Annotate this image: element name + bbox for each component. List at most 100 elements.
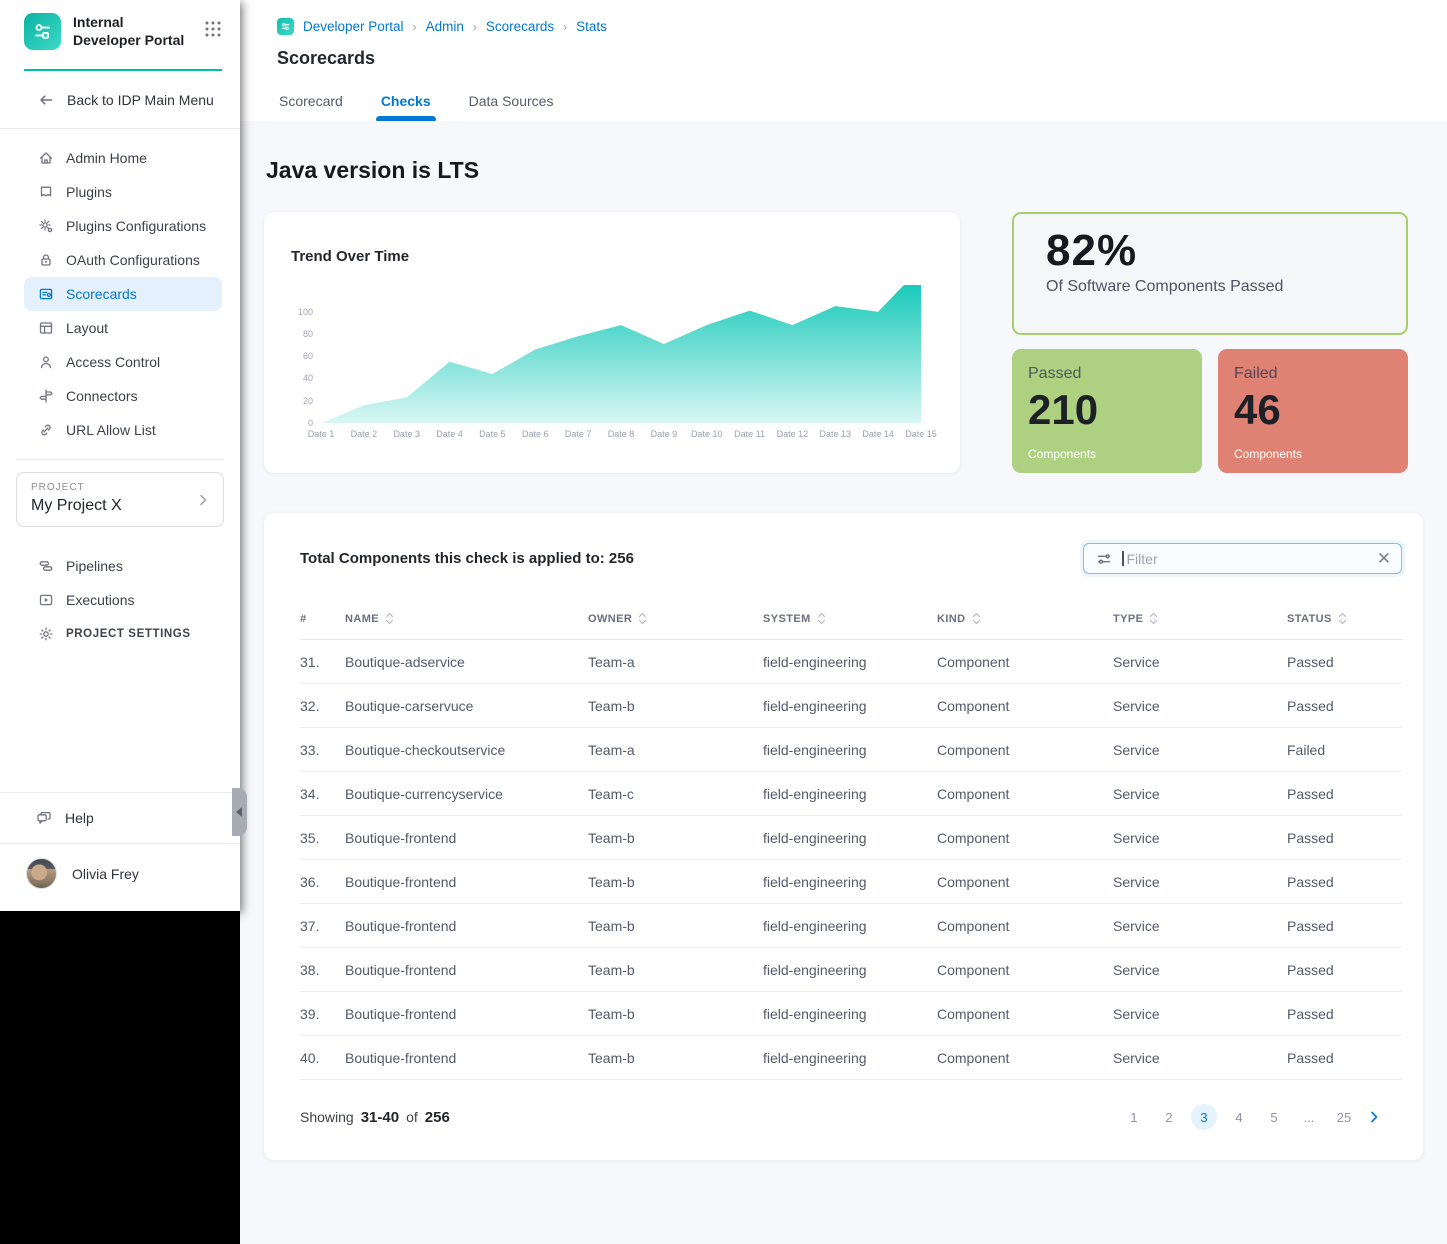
column-header-kind: KIND [937, 612, 1113, 625]
tab-data-sources[interactable]: Data Sources [469, 93, 554, 121]
sidebar-item-layout[interactable]: Layout [24, 311, 222, 345]
cell-status: Failed [1287, 742, 1402, 758]
pagination: 12345... 25 [1121, 1104, 1382, 1130]
cell-kind: Component [937, 962, 1113, 978]
cell-type: Service [1113, 742, 1287, 758]
page-button-4[interactable]: 4 [1226, 1104, 1252, 1130]
tab-scorecard[interactable]: Scorecard [279, 93, 343, 121]
table-row[interactable]: 31.Boutique-adserviceTeam-afield-enginee… [300, 640, 1402, 684]
sidebar-item-plugins-configurations[interactable]: Plugins Configurations [24, 209, 222, 243]
app-grid-icon[interactable] [204, 20, 222, 43]
tab-checks[interactable]: Checks [381, 93, 431, 121]
cell-system: field-engineering [763, 830, 937, 846]
cell-status: Passed [1287, 654, 1402, 670]
avatar [26, 858, 57, 889]
chart-title: Trend Over Time [291, 248, 932, 265]
table-row[interactable]: 33.Boutique-checkoutserviceTeam-afield-e… [300, 728, 1402, 772]
sidebar-item-admin-home[interactable]: Admin Home [24, 141, 222, 175]
sidebar-item-project-settings[interactable]: PROJECT SETTINGS [24, 617, 222, 651]
sidebar-collapse-handle[interactable] [232, 788, 247, 836]
x-tick-label: Date 15 [899, 429, 943, 439]
sidebar-item-pipelines[interactable]: Pipelines [24, 549, 222, 583]
page-button-1[interactable]: 1 [1121, 1104, 1147, 1130]
page-button-5[interactable]: 5 [1261, 1104, 1287, 1130]
passed-label: Passed [1028, 365, 1186, 383]
table-row[interactable]: 39.Boutique-frontendTeam-bfield-engineer… [300, 992, 1402, 1036]
column-header-system: SYSTEM [763, 612, 937, 625]
sort-icon[interactable] [1149, 612, 1158, 625]
components-table-card: Total Components this check is applied t… [264, 513, 1423, 1160]
access-control-icon [38, 354, 54, 370]
x-axis-labels: Date 1Date 2Date 3Date 4Date 5Date 6Date… [321, 429, 921, 443]
arrow-left-icon [38, 92, 54, 108]
help-button[interactable]: Help [0, 792, 240, 843]
x-tick-label: Date 13 [813, 429, 857, 439]
cell-system: field-engineering [763, 874, 937, 890]
sort-icon[interactable] [385, 612, 394, 625]
home-icon [38, 150, 54, 166]
settings-gear-icon [38, 626, 54, 642]
table-header-row: #NAMEOWNERSYSTEMKINDTYPESTATUS [300, 612, 1402, 640]
y-tick-label: 20 [303, 396, 313, 406]
sidebar-item-label: Access Control [66, 354, 160, 370]
pipelines-icon [38, 558, 54, 574]
app-root: Developer Portal›Admin›Scorecards›Stats … [0, 0, 1447, 1244]
table-row[interactable]: 38.Boutique-frontendTeam-bfield-engineer… [300, 948, 1402, 992]
breadcrumb-link-developer-portal[interactable]: Developer Portal [303, 19, 404, 34]
sidebar-item-oauth-configurations[interactable]: OAuth Configurations [24, 243, 222, 277]
cell-type: Service [1113, 698, 1287, 714]
cell-name: Boutique-frontend [345, 830, 588, 846]
cell-system: field-engineering [763, 962, 937, 978]
table-title: Total Components this check is applied t… [300, 550, 634, 567]
breadcrumb-link-scorecards[interactable]: Scorecards [486, 19, 554, 34]
cell-status: Passed [1287, 830, 1402, 846]
cell-kind: Component [937, 1050, 1113, 1066]
sidebar-item-plugins[interactable]: Plugins [24, 175, 222, 209]
sort-icon[interactable] [972, 612, 981, 625]
breadcrumb-link-stats[interactable]: Stats [576, 19, 607, 34]
row-number: 36. [300, 874, 345, 890]
sort-icon[interactable] [1338, 612, 1347, 625]
cell-kind: Component [937, 786, 1113, 802]
filter-input[interactable] [1127, 551, 1367, 567]
sidebar-item-access-control[interactable]: Access Control [24, 345, 222, 379]
pagination-ellipsis: ... [1296, 1104, 1322, 1130]
sidebar-item-connectors[interactable]: Connectors [24, 379, 222, 413]
trend-chart-card: Trend Over Time 100806040200 Date 1Date … [264, 212, 960, 473]
clear-filter-icon[interactable]: ✕ [1377, 550, 1391, 567]
cell-name: Boutique-frontend [345, 918, 588, 934]
breadcrumb-link-admin[interactable]: Admin [426, 19, 464, 34]
cell-owner: Team-b [588, 918, 763, 934]
sort-icon[interactable] [817, 612, 826, 625]
table-row[interactable]: 37.Boutique-frontendTeam-bfield-engineer… [300, 904, 1402, 948]
table-row[interactable]: 35.Boutique-frontendTeam-bfield-engineer… [300, 816, 1402, 860]
user-menu[interactable]: Olivia Frey [0, 843, 240, 911]
cell-name: Boutique-carservuce [345, 698, 588, 714]
table-row[interactable]: 34.Boutique-currencyserviceTeam-cfield-e… [300, 772, 1402, 816]
sort-icon[interactable] [638, 612, 647, 625]
percent-passed-card: 82% Of Software Components Passed [1012, 212, 1408, 335]
project-selector[interactable]: PROJECT My Project X [16, 472, 224, 527]
page-button-2[interactable]: 2 [1156, 1104, 1182, 1130]
table-row[interactable]: 40.Boutique-frontendTeam-bfield-engineer… [300, 1036, 1402, 1080]
table-row[interactable]: 36.Boutique-frontendTeam-bfield-engineer… [300, 860, 1402, 904]
cell-status: Passed [1287, 918, 1402, 934]
column-header-status: STATUS [1287, 612, 1402, 625]
filter-box[interactable]: ✕ [1083, 543, 1402, 574]
row-number: 34. [300, 786, 345, 802]
page-button-25[interactable]: 25 [1331, 1104, 1357, 1130]
x-tick-label: Date 6 [513, 429, 557, 439]
plugins-config-icon [38, 218, 54, 234]
sidebar-item-executions[interactable]: Executions [24, 583, 222, 617]
page-button-3[interactable]: 3 [1191, 1104, 1217, 1130]
table-row[interactable]: 32.Boutique-carservuceTeam-bfield-engine… [300, 684, 1402, 728]
back-label: Back to IDP Main Menu [67, 92, 214, 108]
sidebar-item-url-allow-list[interactable]: URL Allow List [24, 413, 222, 447]
back-to-idp-menu[interactable]: Back to IDP Main Menu [0, 71, 240, 129]
pagination-next-button[interactable] [1366, 1109, 1382, 1125]
cell-type: Service [1113, 786, 1287, 802]
sidebar-item-scorecards[interactable]: Scorecards [24, 277, 222, 311]
x-tick-label: Date 7 [556, 429, 600, 439]
cell-status: Passed [1287, 874, 1402, 890]
x-tick-label: Date 10 [685, 429, 729, 439]
